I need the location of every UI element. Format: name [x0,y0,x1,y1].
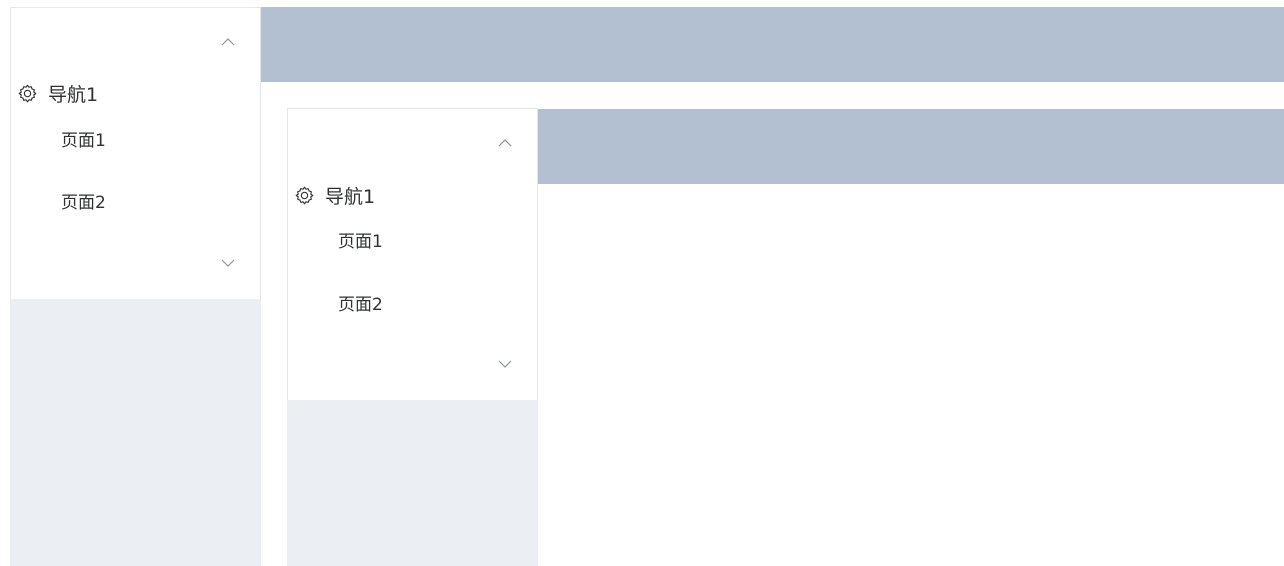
outer-sidebar: 导航1 页面1 页面2 [10,7,261,566]
nav-group-label: 导航1 [48,84,99,106]
inner-header [538,109,1284,184]
inner-sidebar: 导航1 页面1 页面2 [287,108,538,566]
nav-group-1[interactable]: 导航1 [294,182,375,209]
nav-item-page1[interactable]: 页面1 [61,126,106,151]
nav-item-page2[interactable]: 页面2 [338,290,383,315]
chevron-up-icon[interactable] [221,37,235,47]
outer-sidebar-menu: 导航1 页面1 页面2 [10,7,261,299]
gear-icon [17,83,38,104]
chevron-down-icon[interactable] [221,258,235,268]
inner-sidebar-menu: 导航1 页面1 页面2 [287,108,538,400]
outer-header [261,7,1284,82]
nav-group-1[interactable]: 导航1 [17,80,98,107]
gear-icon [294,185,315,206]
chevron-down-icon[interactable] [498,359,512,369]
nav-item-page1[interactable]: 页面1 [338,227,383,252]
chevron-up-icon[interactable] [498,138,512,148]
nav-item-page2[interactable]: 页面2 [61,188,106,213]
nav-group-label: 导航1 [325,186,376,208]
